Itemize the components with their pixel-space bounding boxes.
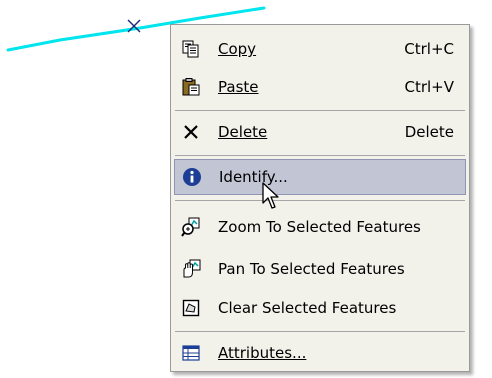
menu-item-shortcut: Ctrl+V [404, 78, 454, 96]
menu-item-paste[interactable]: Paste Ctrl+V [174, 69, 466, 105]
menu-item-label: Clear Selected Features [218, 299, 397, 317]
zoom-to-selected-icon [174, 209, 208, 245]
info-icon [175, 159, 209, 195]
menu-item-label: Zoom To Selected Features [218, 218, 421, 236]
menu-item-copy[interactable]: Copy Ctrl+C [174, 31, 466, 67]
copy-icon [174, 31, 208, 67]
context-menu: Copy Ctrl+C Paste Ctrl+V Delete Delete I… [170, 24, 470, 372]
menu-item-pan-to-selected[interactable]: Pan To Selected Features [174, 251, 466, 287]
menu-item-zoom-to-selected[interactable]: Zoom To Selected Features [174, 209, 466, 245]
menu-item-label: Attributes... [218, 344, 307, 362]
mouse-pointer-icon [262, 182, 279, 209]
menu-item-shortcut: Delete [404, 123, 454, 141]
menu-item-attributes[interactable]: Attributes... [174, 335, 466, 371]
paste-icon [174, 69, 208, 105]
attributes-table-icon [174, 335, 208, 371]
menu-separator [175, 155, 465, 156]
menu-item-shortcut: Ctrl+C [404, 40, 454, 58]
menu-item-label: Copy [218, 40, 257, 58]
menu-item-label: Delete [218, 123, 268, 141]
menu-item-delete[interactable]: Delete Delete [174, 114, 466, 150]
pan-to-selected-icon [174, 251, 208, 287]
menu-item-label: Identify... [219, 168, 288, 186]
menu-item-label: Pan To Selected Features [218, 260, 405, 278]
menu-separator [175, 331, 465, 332]
menu-separator [175, 200, 465, 201]
menu-item-clear-selected[interactable]: Clear Selected Features [174, 290, 466, 326]
menu-item-label: Paste [218, 78, 259, 96]
menu-separator [175, 110, 465, 111]
menu-item-identify[interactable]: Identify... [174, 159, 466, 195]
delete-icon [174, 114, 208, 150]
clear-selection-icon [174, 290, 208, 326]
